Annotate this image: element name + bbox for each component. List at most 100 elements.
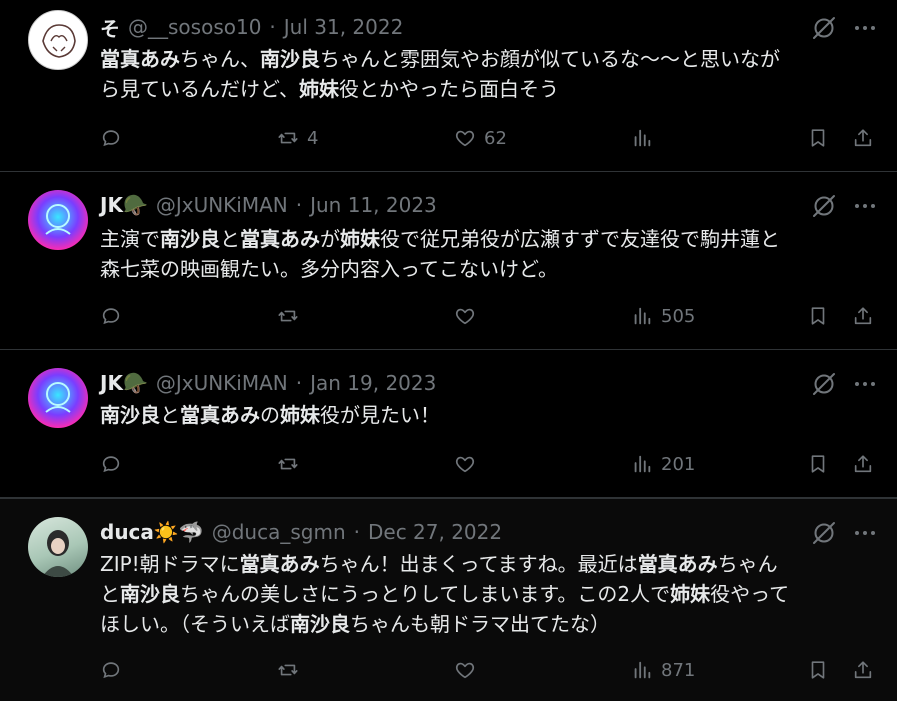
user-handle[interactable]: @JxUNKiMAN bbox=[156, 371, 288, 395]
bookmark-button[interactable] bbox=[807, 305, 829, 327]
display-name[interactable]: そ bbox=[100, 13, 120, 42]
avatar[interactable] bbox=[28, 190, 88, 250]
text-run: と bbox=[160, 403, 180, 427]
tweet-text-line: 南沙良と當真あみの姉妹役が見たい！ bbox=[100, 400, 870, 430]
share-button[interactable] bbox=[852, 659, 874, 681]
repost-icon bbox=[277, 305, 299, 327]
views-icon bbox=[631, 127, 653, 149]
views-button[interactable] bbox=[631, 127, 661, 149]
like-button[interactable]: 62 bbox=[454, 127, 507, 149]
like-button[interactable] bbox=[454, 453, 484, 475]
repost-button[interactable]: 4 bbox=[277, 127, 318, 149]
highlighted-keyword: 當真あみ bbox=[100, 47, 180, 71]
display-name[interactable]: duca☀️🦈 bbox=[100, 520, 204, 544]
tweet[interactable]: duca☀️🦈 @duca_sgmn · Dec 27, 2022 ZIP!朝ド… bbox=[0, 498, 897, 701]
user-handle[interactable]: @JxUNKiMAN bbox=[156, 193, 288, 217]
text-run: 役やって bbox=[710, 582, 790, 606]
more-icon[interactable] bbox=[852, 520, 878, 546]
views-icon bbox=[631, 659, 653, 681]
user-handle[interactable]: @__sososo10 bbox=[128, 15, 261, 39]
text-run: と bbox=[220, 227, 240, 251]
like-button[interactable] bbox=[454, 659, 484, 681]
action-bar: 4 62 bbox=[100, 124, 880, 154]
text-run: 役が見たい！ bbox=[320, 403, 440, 427]
highlighted-keyword: 南沙良 bbox=[120, 582, 180, 606]
text-run: 役で従兄弟役が広瀬すずで友達役で駒井蓮と bbox=[380, 227, 780, 251]
action-bar: 505 bbox=[100, 302, 880, 332]
more-icon[interactable] bbox=[852, 193, 878, 219]
reply-button[interactable] bbox=[100, 659, 130, 681]
tweet-header: JK🪖 @JxUNKiMAN · Jan 19, 2023 bbox=[100, 368, 436, 398]
tweet-text: 主演で南沙良と當真あみが姉妹役で従兄弟役が広瀬すずで友達役で駒井蓮と 森七菜の映画… bbox=[100, 224, 870, 284]
share-icon bbox=[852, 453, 874, 475]
text-run: ら見ているんだけど、 bbox=[100, 77, 299, 101]
text-run: ちゃん bbox=[717, 552, 778, 576]
tweet-date[interactable]: Jan 19, 2023 bbox=[310, 371, 436, 395]
tweet-text: 當真あみちゃん、南沙良ちゃんと雰囲気やお顔が似ているな〜〜と思いなが ら見ているん… bbox=[100, 44, 870, 104]
views-button[interactable]: 201 bbox=[631, 453, 695, 475]
text-run: ちゃん、 bbox=[180, 47, 260, 71]
view-count: 201 bbox=[661, 453, 696, 475]
highlighted-keyword: 姉妹 bbox=[670, 582, 711, 606]
text-run: ちゃんも朝ドラマ出てたな） bbox=[350, 612, 610, 636]
like-icon bbox=[454, 127, 476, 149]
tweet-header: そ @__sososo10 · Jul 31, 2022 bbox=[100, 12, 403, 42]
share-button[interactable] bbox=[852, 305, 874, 327]
bookmark-button[interactable] bbox=[807, 453, 829, 475]
bookmark-button[interactable] bbox=[807, 659, 829, 681]
tweet-date[interactable]: Jul 31, 2022 bbox=[284, 15, 404, 39]
grok-icon[interactable] bbox=[811, 520, 837, 546]
text-run: 主演で bbox=[100, 227, 160, 251]
like-button[interactable] bbox=[454, 305, 484, 327]
tweet-date[interactable]: Jun 11, 2023 bbox=[310, 193, 437, 217]
tweet[interactable]: JK🪖 @JxUNKiMAN · Jun 11, 2023 主演で南沙良と當真あ… bbox=[0, 172, 897, 350]
tweet-text: ZIP!朝ドラマに當真あみちゃん！出まくってますね。最近は當真あみちゃん と南沙良… bbox=[100, 549, 870, 639]
highlighted-keyword: 當真あみ bbox=[239, 552, 320, 576]
repost-icon bbox=[277, 127, 299, 149]
avatar[interactable] bbox=[28, 368, 88, 428]
grok-icon[interactable] bbox=[811, 371, 837, 397]
like-icon bbox=[454, 453, 476, 475]
tweet-date[interactable]: Dec 27, 2022 bbox=[368, 520, 502, 544]
repost-button[interactable] bbox=[277, 453, 307, 475]
tweet-text-line: 森七菜の映画観たい。多分内容入ってこないけど。 bbox=[100, 254, 870, 284]
reply-button[interactable] bbox=[100, 453, 130, 475]
avatar[interactable] bbox=[28, 517, 88, 577]
avatar-drawing bbox=[42, 24, 76, 58]
repost-button[interactable] bbox=[277, 659, 307, 681]
views-button[interactable]: 505 bbox=[631, 305, 695, 327]
highlighted-keyword: 當真あみ bbox=[637, 552, 718, 576]
highlighted-keyword: 南沙良 bbox=[290, 612, 350, 636]
view-count: 505 bbox=[661, 305, 696, 327]
reply-button[interactable] bbox=[100, 305, 130, 327]
views-button[interactable]: 871 bbox=[631, 659, 695, 681]
tweet-text-line: ZIP!朝ドラマに當真あみちゃん！出まくってますね。最近は當真あみちゃん bbox=[100, 549, 870, 579]
user-handle[interactable]: @duca_sgmn bbox=[212, 520, 346, 544]
share-button[interactable] bbox=[852, 127, 874, 149]
tweet[interactable]: JK🪖 @JxUNKiMAN · Jan 19, 2023 南沙良と當真あみの姉… bbox=[0, 350, 897, 498]
highlighted-keyword: 當真あみ bbox=[180, 403, 260, 427]
highlighted-keyword: 姉妹 bbox=[340, 227, 380, 251]
tweet-text-line: ら見ているんだけど、姉妹役とかやったら面白そう bbox=[100, 74, 870, 104]
display-name[interactable]: JK🪖 bbox=[100, 371, 148, 395]
highlighted-keyword: 南沙良 bbox=[260, 47, 320, 71]
more-icon[interactable] bbox=[852, 15, 878, 41]
view-count: 871 bbox=[661, 659, 696, 681]
tweet-text-line: ほしい。（そういえば南沙良ちゃんも朝ドラマ出てたな） bbox=[100, 609, 870, 639]
text-run: ほしい。（そういえば bbox=[100, 612, 290, 636]
repost-icon bbox=[277, 453, 299, 475]
avatar-drawing bbox=[42, 530, 74, 577]
reply-button[interactable] bbox=[100, 127, 130, 149]
avatar[interactable] bbox=[28, 10, 88, 70]
more-icon[interactable] bbox=[852, 371, 878, 397]
share-button[interactable] bbox=[852, 453, 874, 475]
share-icon bbox=[852, 659, 874, 681]
bookmark-button[interactable] bbox=[807, 127, 829, 149]
grok-icon[interactable] bbox=[811, 193, 837, 219]
tweet[interactable]: そ @__sososo10 · Jul 31, 2022 當真あみちゃん、南沙良… bbox=[0, 0, 897, 172]
grok-icon[interactable] bbox=[811, 15, 837, 41]
repost-button[interactable] bbox=[277, 305, 307, 327]
repost-count: 4 bbox=[307, 127, 319, 149]
display-name[interactable]: JK🪖 bbox=[100, 193, 148, 217]
text-run: ちゃんと雰囲気やお顔が似ているな〜〜と思いなが bbox=[320, 47, 780, 71]
